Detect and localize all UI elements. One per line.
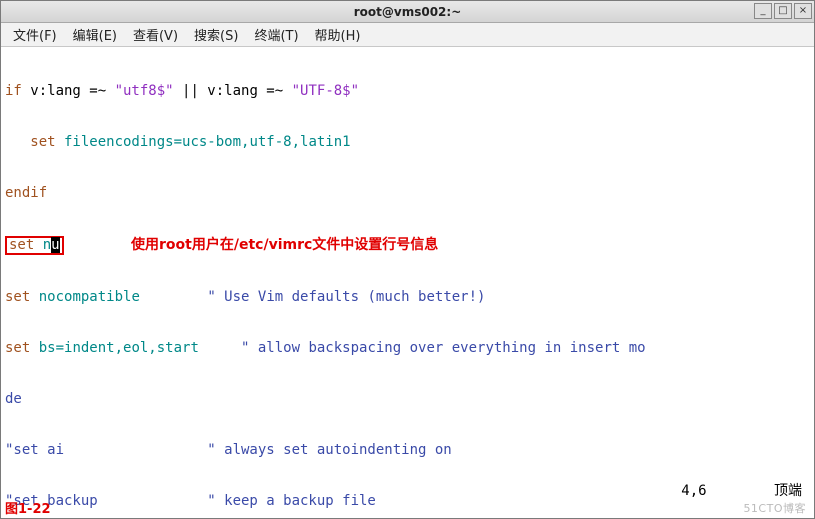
kw-if: if	[5, 83, 22, 99]
terminal-window: root@vms002:~ _ □ × 文件(F) 编辑(E) 查看(V) 搜索…	[0, 0, 815, 519]
kw-set: set	[5, 134, 56, 150]
close-button[interactable]: ×	[794, 3, 812, 19]
code-line: "set ai " always set autoindenting on	[5, 442, 810, 459]
menu-edit[interactable]: 编辑(E)	[65, 23, 125, 46]
option: nocompatible	[30, 289, 207, 305]
status-line: 4,6 顶端	[681, 483, 802, 500]
code-line: set nu 使用root用户在/etc/vimrc文件中设置行号信息	[5, 236, 810, 255]
kw-endif: endif	[5, 185, 47, 201]
menu-file[interactable]: 文件(F)	[5, 23, 65, 46]
comment: de	[5, 391, 22, 407]
menubar: 文件(F) 编辑(E) 查看(V) 搜索(S) 终端(T) 帮助(H)	[1, 23, 814, 47]
cursor-position: 4,6	[681, 483, 706, 499]
comment: " Use Vim defaults (much better!)	[207, 289, 485, 305]
window-title: root@vms002:~	[1, 5, 814, 19]
code-line: if v:lang =~ "utf8$" || v:lang =~ "UTF-8…	[5, 83, 810, 100]
annotation-text: 使用root用户在/etc/vimrc文件中设置行号信息	[131, 237, 438, 253]
text: v:lang =~	[22, 83, 115, 99]
titlebar[interactable]: root@vms002:~ _ □ ×	[1, 1, 814, 23]
text: || v:lang =~	[174, 83, 292, 99]
option: bs=indent,eol,start	[30, 340, 241, 356]
maximize-button[interactable]: □	[774, 3, 792, 19]
code-line: de	[5, 391, 810, 408]
code-line: set nocompatible " Use Vim defaults (muc…	[5, 289, 810, 306]
comment: " allow backspacing over everything in i…	[241, 340, 646, 356]
string: "utf8$"	[115, 83, 174, 99]
figure-label: 图1-22	[5, 501, 51, 518]
code-line: endif	[5, 185, 810, 202]
menu-search[interactable]: 搜索(S)	[186, 23, 246, 46]
menu-help[interactable]: 帮助(H)	[307, 23, 369, 46]
highlight-box: set nu	[5, 236, 64, 255]
code-line: set bs=indent,eol,start " allow backspac…	[5, 340, 810, 357]
watermark: 51CTO博客	[743, 500, 806, 517]
kw-set: set	[5, 289, 30, 305]
scroll-indicator: 顶端	[774, 483, 802, 499]
cursor: u	[51, 237, 59, 253]
code-line: set fileencodings=ucs-bom,utf-8,latin1	[5, 134, 810, 151]
menu-terminal[interactable]: 终端(T)	[246, 23, 306, 46]
terminal-area[interactable]: if v:lang =~ "utf8$" || v:lang =~ "UTF-8…	[1, 47, 814, 518]
option: nu	[34, 237, 59, 253]
option: fileencodings=ucs-bom,utf-8,latin1	[56, 134, 351, 150]
minimize-button[interactable]: _	[754, 3, 772, 19]
string: "UTF-8$"	[292, 83, 359, 99]
kw-set: set	[9, 237, 34, 253]
window-buttons: _ □ ×	[754, 3, 812, 19]
menu-view[interactable]: 查看(V)	[125, 23, 186, 46]
kw-set: set	[5, 340, 30, 356]
